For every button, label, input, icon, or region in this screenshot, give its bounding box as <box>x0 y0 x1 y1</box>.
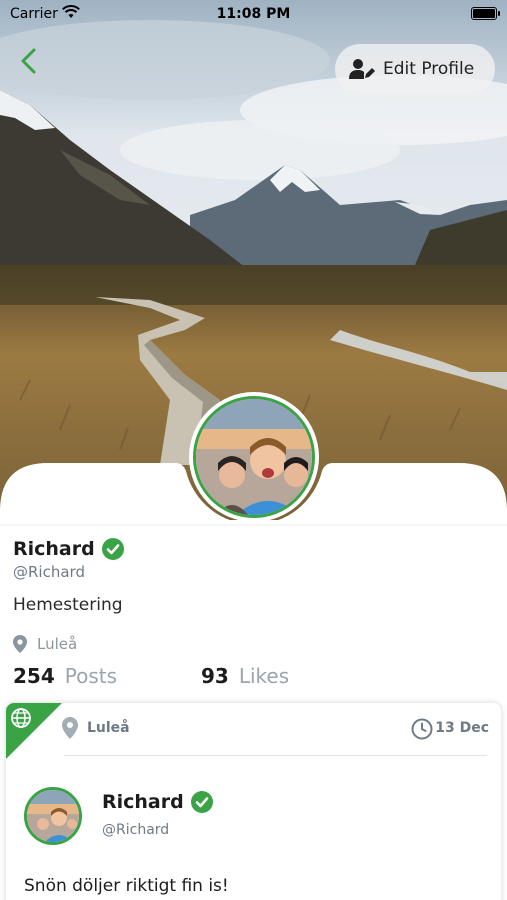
post-author-name[interactable]: Richard <box>102 791 184 813</box>
chevron-left-icon <box>21 48 36 74</box>
post-author-handle: @Richard <box>102 822 170 838</box>
profile-name: Richard <box>13 538 95 560</box>
status-bar: Carrier 11:08 PM <box>0 0 507 30</box>
profile-info: Richard @Richard Hemestering Luleå <box>13 536 493 656</box>
profile-location-label: Luleå <box>37 635 78 653</box>
likes-label: Likes <box>238 664 290 688</box>
profile-stats: 254 Posts 93 Likes <box>13 664 493 692</box>
back-button[interactable] <box>14 44 44 78</box>
avatar-photo <box>193 396 315 518</box>
likes-stat[interactable]: 93 Likes <box>201 664 289 688</box>
clock-icon <box>411 718 433 740</box>
post-header: Luleå 13 Dec <box>6 703 501 755</box>
user-edit-icon <box>349 59 375 79</box>
post-author-avatar[interactable] <box>24 787 82 845</box>
post-date: 13 Dec <box>435 720 489 736</box>
profile-bio: Hemestering <box>13 595 123 615</box>
post-text: Snön döljer riktigt fin is! <box>24 876 229 896</box>
edit-profile-button[interactable]: Edit Profile <box>335 44 495 94</box>
post-divider <box>64 755 487 756</box>
verified-icon <box>101 538 124 560</box>
post-card[interactable]: Luleå 13 Dec Richard @Richard Snön dölje… <box>6 703 501 900</box>
profile-location: Luleå <box>13 632 493 656</box>
posts-count: 254 <box>13 664 55 688</box>
posts-stat[interactable]: 254 Posts <box>13 664 117 688</box>
post-location: Luleå <box>87 720 130 736</box>
edit-profile-label: Edit Profile <box>383 59 475 79</box>
battery-icon <box>471 7 500 20</box>
verified-icon <box>190 791 213 813</box>
posts-label: Posts <box>64 664 118 688</box>
location-pin-icon <box>62 717 78 739</box>
profile-avatar[interactable] <box>189 392 319 522</box>
location-pin-icon <box>13 635 27 653</box>
profile-handle: @Richard <box>13 563 85 581</box>
likes-count: 93 <box>201 664 229 688</box>
clock-time: 11:08 PM <box>216 6 291 22</box>
